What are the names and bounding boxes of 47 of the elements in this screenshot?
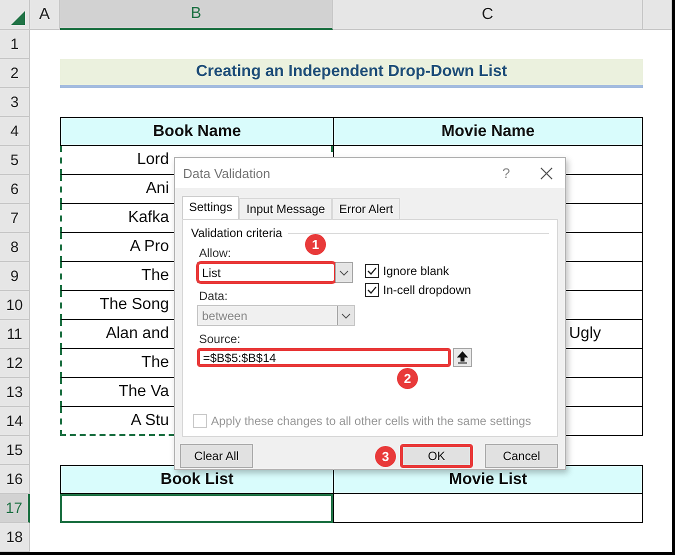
ignore-blank-checkbox[interactable]: Ignore blank: [365, 264, 472, 278]
row-header[interactable]: 10: [0, 291, 30, 320]
ok-button[interactable]: OK: [400, 444, 473, 468]
close-icon[interactable]: [540, 166, 553, 180]
row-header[interactable]: 16: [0, 465, 30, 494]
title-cell: Creating an Independent Drop-Down List: [60, 59, 643, 88]
source-label: Source:: [199, 332, 240, 346]
in-cell-dropdown-checkbox[interactable]: In-cell dropdown: [365, 283, 472, 297]
checkmark-icon: [366, 265, 378, 277]
row-header[interactable]: 4: [0, 117, 30, 146]
row-header[interactable]: 15: [0, 436, 30, 465]
row-header[interactable]: 18: [0, 523, 30, 552]
allow-label: Allow:: [199, 246, 232, 260]
column-header[interactable]: B: [60, 0, 333, 30]
collapse-dialog-icon[interactable]: [453, 348, 472, 367]
dialog-tab[interactable]: Input Message: [239, 198, 332, 219]
data-label: Data:: [199, 289, 228, 303]
checkmark-icon: [366, 284, 378, 296]
row-header[interactable]: 11: [0, 320, 30, 349]
row-header[interactable]: 13: [0, 378, 30, 407]
row-header[interactable]: 8: [0, 233, 30, 262]
triangle-icon: [11, 11, 25, 25]
row-header[interactable]: 14: [0, 407, 30, 436]
row-header[interactable]: 3: [0, 88, 30, 117]
row-header[interactable]: 9: [0, 262, 30, 291]
row-header[interactable]: 6: [0, 175, 30, 204]
caret-icon: [339, 270, 349, 276]
row-header[interactable]: 17: [0, 494, 30, 523]
row-header[interactable]: 7: [0, 204, 30, 233]
select-all-corner[interactable]: [0, 0, 30, 30]
allow-dropdown[interactable]: List: [197, 262, 353, 283]
help-button[interactable]: ?: [502, 165, 510, 181]
row-header[interactable]: 2: [0, 59, 30, 88]
row-header[interactable]: 12: [0, 349, 30, 378]
cancel-button[interactable]: Cancel: [485, 444, 558, 468]
column-header[interactable]: C: [333, 0, 643, 30]
dialog-tab[interactable]: Settings: [182, 196, 240, 219]
dialog-tab[interactable]: Error Alert: [332, 198, 400, 219]
row-header[interactable]: 5: [0, 146, 30, 175]
header-cell: Book Name: [60, 117, 333, 146]
header-cell: Movie Name: [333, 117, 643, 146]
step-badge: 3: [375, 446, 396, 467]
source-field[interactable]: =$B$5:$B$14: [197, 348, 451, 367]
caret-icon: [341, 312, 351, 318]
clear-all-button[interactable]: Clear All: [180, 444, 253, 468]
row-header[interactable]: 1: [0, 30, 30, 59]
column-header[interactable]: A: [30, 0, 60, 30]
